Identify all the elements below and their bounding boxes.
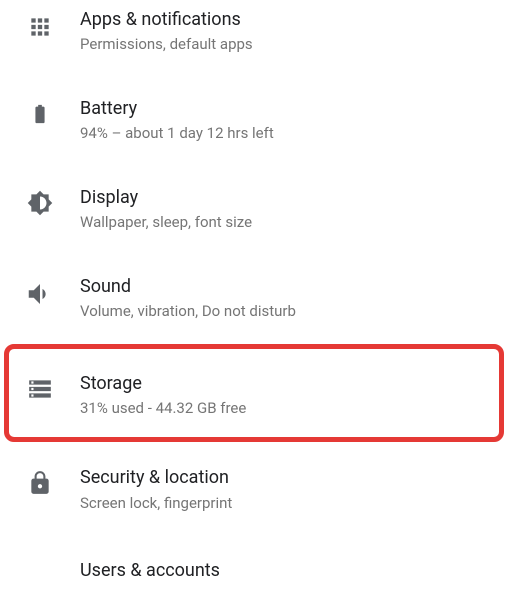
settings-item-text: Battery 94% – about 1 day 12 hrs left	[80, 97, 508, 144]
settings-item-title: Security & location	[80, 466, 508, 489]
settings-item-battery[interactable]: Battery 94% – about 1 day 12 hrs left	[0, 79, 508, 168]
settings-item-storage[interactable]: Storage 31% used - 44.32 GB free	[0, 346, 508, 453]
settings-item-title: Display	[80, 186, 508, 209]
settings-item-text: Sound Volume, vibration, Do not disturb	[80, 275, 508, 322]
settings-item-sound[interactable]: Sound Volume, vibration, Do not disturb	[0, 257, 508, 346]
settings-item-text: Security & location Screen lock, fingerp…	[80, 466, 508, 513]
display-icon	[0, 186, 80, 216]
settings-item-subtitle: 94% – about 1 day 12 hrs left	[80, 124, 508, 144]
battery-icon	[0, 97, 80, 129]
settings-item-title: Storage	[80, 372, 508, 395]
sound-icon	[0, 275, 80, 309]
settings-item-title: Users & accounts	[80, 559, 508, 582]
settings-item-title: Battery	[80, 97, 508, 120]
settings-item-text: Display Wallpaper, sleep, font size	[80, 186, 508, 233]
settings-item-title: Apps & notifications	[80, 8, 508, 31]
settings-item-apps[interactable]: Apps & notifications Permissions, defaul…	[0, 0, 508, 79]
settings-item-subtitle: Wallpaper, sleep, font size	[80, 213, 508, 233]
settings-list: Apps & notifications Permissions, defaul…	[0, 0, 508, 607]
settings-item-users[interactable]: Users & accounts	[0, 537, 508, 606]
settings-item-subtitle: Volume, vibration, Do not disturb	[80, 302, 508, 322]
settings-item-text: Storage 31% used - 44.32 GB free	[80, 372, 508, 419]
settings-item-subtitle: Permissions, default apps	[80, 35, 508, 55]
settings-item-display[interactable]: Display Wallpaper, sleep, font size	[0, 168, 508, 257]
apps-icon	[0, 8, 80, 40]
settings-item-text: Apps & notifications Permissions, defaul…	[80, 8, 508, 55]
settings-item-title: Sound	[80, 275, 508, 298]
lock-icon	[0, 466, 80, 496]
settings-item-security[interactable]: Security & location Screen lock, fingerp…	[0, 452, 508, 537]
user-icon	[0, 559, 80, 563]
settings-item-subtitle: Screen lock, fingerprint	[80, 494, 508, 514]
storage-icon	[0, 372, 80, 402]
settings-item-text: Users & accounts	[80, 559, 508, 582]
settings-item-subtitle: 31% used - 44.32 GB free	[80, 399, 508, 419]
